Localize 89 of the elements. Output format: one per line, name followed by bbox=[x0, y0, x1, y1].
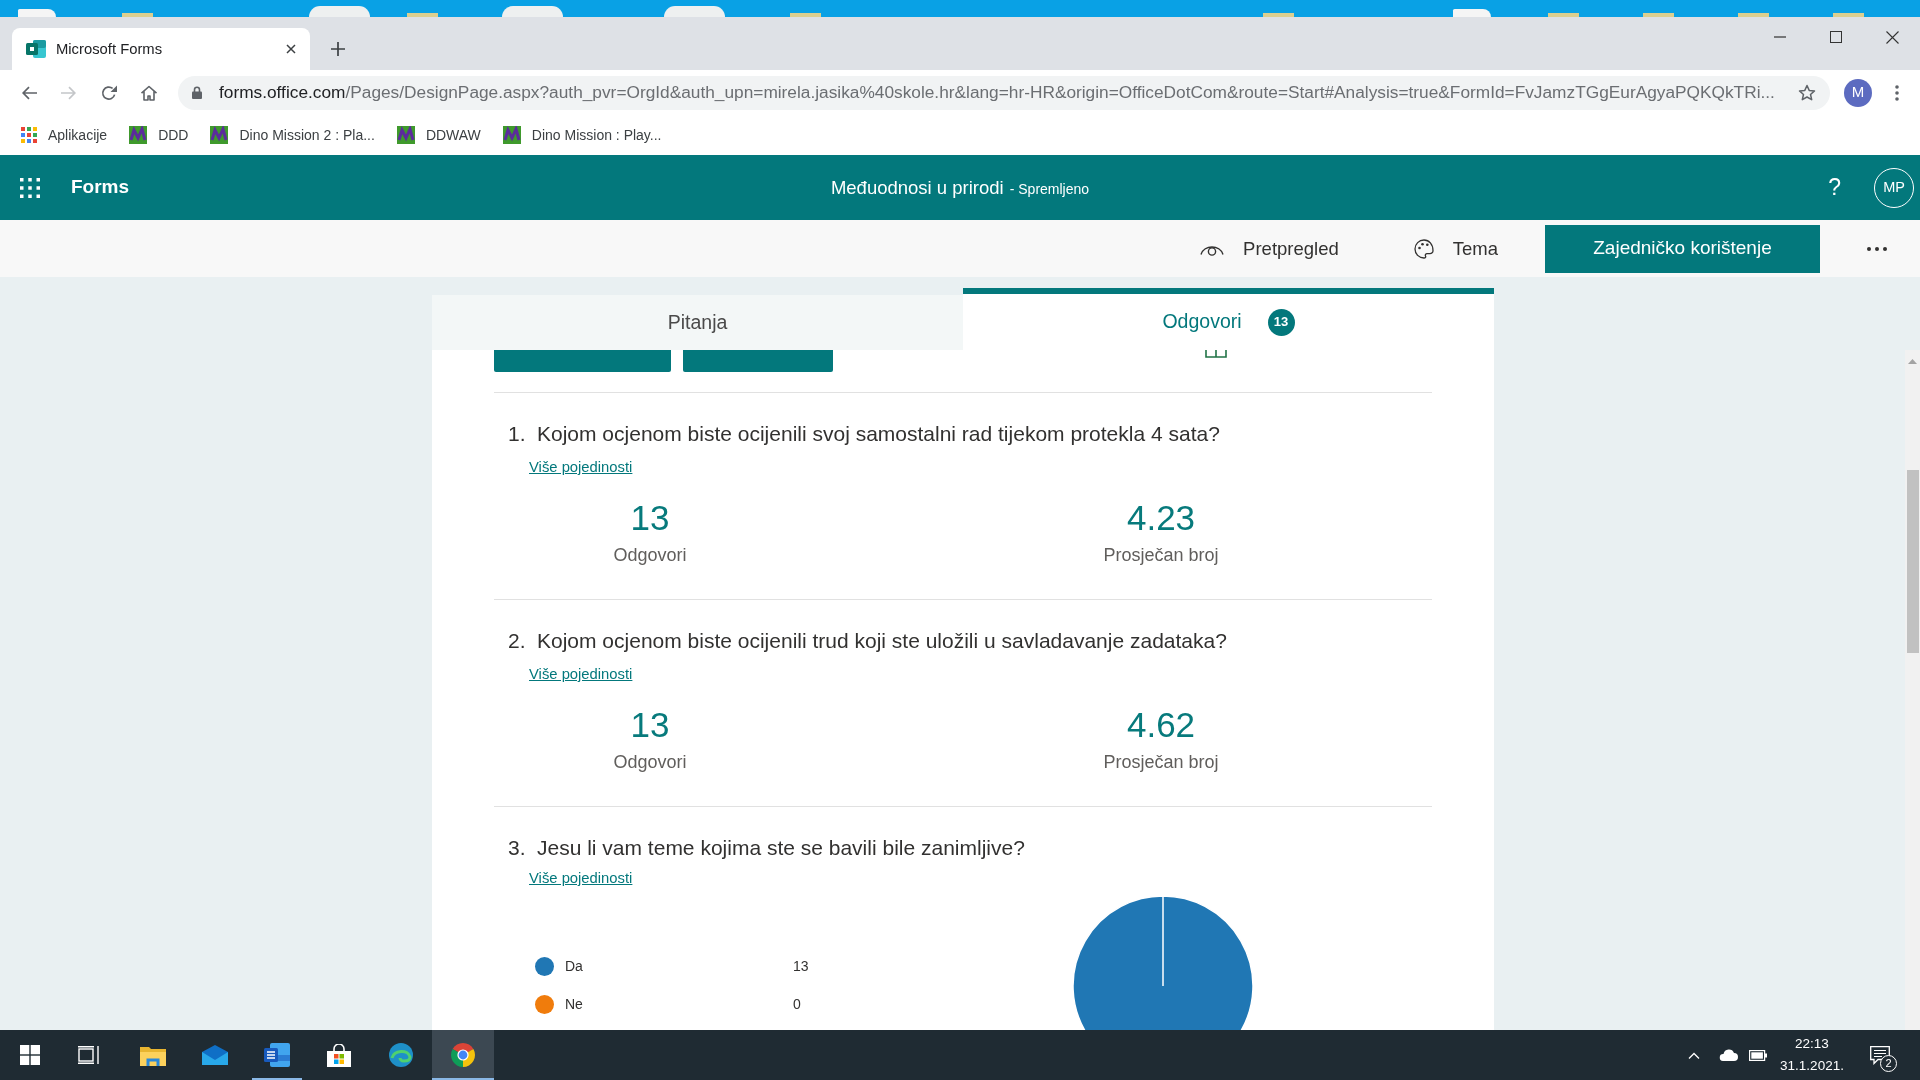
bookmark[interactable]: Dino Mission 2 : Pla... bbox=[210, 124, 375, 146]
stat-label: Prosječan broj bbox=[1103, 751, 1219, 774]
reload-icon[interactable] bbox=[101, 84, 117, 101]
app-logo-icon bbox=[26, 39, 46, 59]
address-bar[interactable]: forms.office.com/Pages/DesignPage.aspx?auth_pvr=OrgId&auth_upn=mirela.jasika%40skole.hr&lang=hr-HR&origin=OfficeDotCom&route=Start#Analysis=true&FormId=FvJamzTGgEurAgyaPQKQkTRi... bbox=[178, 75, 1830, 110]
envelope-icon bbox=[202, 1045, 228, 1065]
desktop-icon bbox=[502, 6, 563, 17]
stat-value: 4.23 bbox=[1126, 497, 1196, 539]
close-icon[interactable] bbox=[286, 44, 296, 54]
desktop-icon bbox=[1548, 13, 1579, 17]
desktop-icon bbox=[122, 13, 153, 17]
question-text: Jesu li vam teme kojima ste se bavili bile zanimljive? bbox=[537, 835, 1025, 861]
notification-count: 2 bbox=[1880, 1055, 1897, 1072]
response-count: 13 bbox=[1267, 308, 1295, 336]
legend-label: Ne bbox=[565, 994, 583, 1014]
question-text: Kojom ocjenom biste ocijenili svoj samostalni rad tijekom protekla 4 sata? bbox=[537, 421, 1220, 447]
desktop-icon bbox=[407, 13, 438, 17]
battery-icon[interactable] bbox=[1749, 1049, 1767, 1061]
desktop-icon bbox=[1643, 13, 1674, 17]
more-details-link[interactable]: Više pojedinosti bbox=[529, 868, 633, 888]
palette-icon bbox=[1413, 238, 1434, 259]
back-icon[interactable] bbox=[21, 85, 37, 100]
browser-tab[interactable]: Microsoft Forms bbox=[12, 28, 310, 70]
desktop-icon bbox=[309, 6, 370, 17]
lock-icon[interactable] bbox=[192, 86, 202, 99]
bookmark[interactable]: Aplikacije bbox=[21, 124, 108, 146]
cloud-icon[interactable] bbox=[1718, 1049, 1738, 1061]
more-options-icon[interactable] bbox=[1867, 246, 1887, 251]
stat-value: 13 bbox=[630, 704, 670, 746]
stat-label: Odgovori bbox=[613, 751, 687, 774]
desktop-icon bbox=[790, 13, 821, 17]
folder-icon bbox=[140, 1044, 166, 1066]
legend-count: 0 bbox=[793, 994, 801, 1014]
maximize-icon[interactable] bbox=[1830, 31, 1842, 43]
more-details-link[interactable]: Više pojedinosti bbox=[529, 457, 633, 477]
site-logo-icon bbox=[502, 126, 521, 144]
desktop-icon bbox=[18, 9, 56, 17]
menu-icon[interactable] bbox=[1895, 84, 1899, 101]
share-button[interactable]: Zajedničko korištenje bbox=[1545, 224, 1820, 273]
theme-button[interactable]: Tema bbox=[1413, 234, 1498, 263]
save-status: - Spremljeno bbox=[1009, 179, 1090, 199]
new-tab-icon[interactable] bbox=[331, 42, 345, 56]
stat-value: 4.62 bbox=[1126, 704, 1196, 746]
notifications-icon[interactable] bbox=[1870, 1045, 1890, 1065]
bookmark[interactable]: DDWAW bbox=[396, 124, 481, 146]
scrollbar[interactable] bbox=[1905, 350, 1920, 1030]
view-tab[interactable]: Pitanja bbox=[432, 295, 963, 350]
task-view-icon bbox=[78, 1046, 100, 1064]
stat-label: Prosječan broj bbox=[1103, 544, 1219, 567]
home-icon[interactable] bbox=[140, 84, 158, 101]
stat-value: 13 bbox=[630, 497, 670, 539]
preview-button[interactable]: Pretpregled bbox=[1200, 234, 1339, 263]
question-text: Kojom ocjenom biste ocijenili trud koji ste uložili u savladavanje zadataka? bbox=[537, 628, 1227, 654]
legend-count: 13 bbox=[793, 956, 809, 976]
site-logo-icon bbox=[210, 126, 229, 144]
scrollbar-thumb[interactable] bbox=[1906, 470, 1919, 653]
bookmark[interactable]: DDD bbox=[129, 124, 189, 146]
profile-avatar[interactable]: M bbox=[1844, 78, 1872, 107]
question-number: 1. bbox=[508, 421, 527, 447]
app-name[interactable]: Forms bbox=[71, 173, 130, 202]
caret-up-icon[interactable] bbox=[1688, 1051, 1700, 1059]
desktop-icon bbox=[1453, 9, 1491, 17]
desktop-icon bbox=[664, 6, 725, 17]
legend-label: Da bbox=[565, 956, 583, 976]
close-icon[interactable] bbox=[1885, 30, 1899, 44]
more-details-link[interactable]: Više pojedinosti bbox=[529, 664, 633, 684]
view-tab[interactable]: Odgovori 13 bbox=[963, 288, 1494, 350]
help-button[interactable]: ? bbox=[1828, 176, 1841, 199]
desktop-icon bbox=[1738, 13, 1769, 17]
site-logo-icon bbox=[396, 126, 415, 144]
swirl-logo-icon bbox=[389, 1043, 413, 1067]
start-icon bbox=[20, 1045, 40, 1065]
round-logo-icon bbox=[451, 1043, 475, 1067]
bookmark-star-icon[interactable] bbox=[1798, 83, 1816, 102]
clock-time: 22:13 bbox=[1795, 1035, 1829, 1053]
question-number: 3. bbox=[508, 835, 527, 861]
desktop-icon bbox=[1263, 13, 1294, 17]
apps-grid-icon bbox=[21, 127, 37, 143]
clock-date: 31.1.2021. bbox=[1780, 1057, 1844, 1075]
shopping-bag-icon bbox=[327, 1043, 351, 1067]
app-launcher-icon[interactable] bbox=[20, 177, 40, 198]
desktop-icon bbox=[1833, 13, 1864, 17]
stat-label: Odgovori bbox=[613, 544, 687, 567]
bookmark[interactable]: Dino Mission : Play... bbox=[502, 124, 662, 146]
form-title: Međuodnosi u prirodi bbox=[830, 175, 1004, 200]
site-logo-icon bbox=[129, 126, 148, 144]
document-icon bbox=[264, 1043, 290, 1067]
question-number: 2. bbox=[508, 628, 527, 654]
table-icon[interactable] bbox=[1205, 350, 1227, 358]
